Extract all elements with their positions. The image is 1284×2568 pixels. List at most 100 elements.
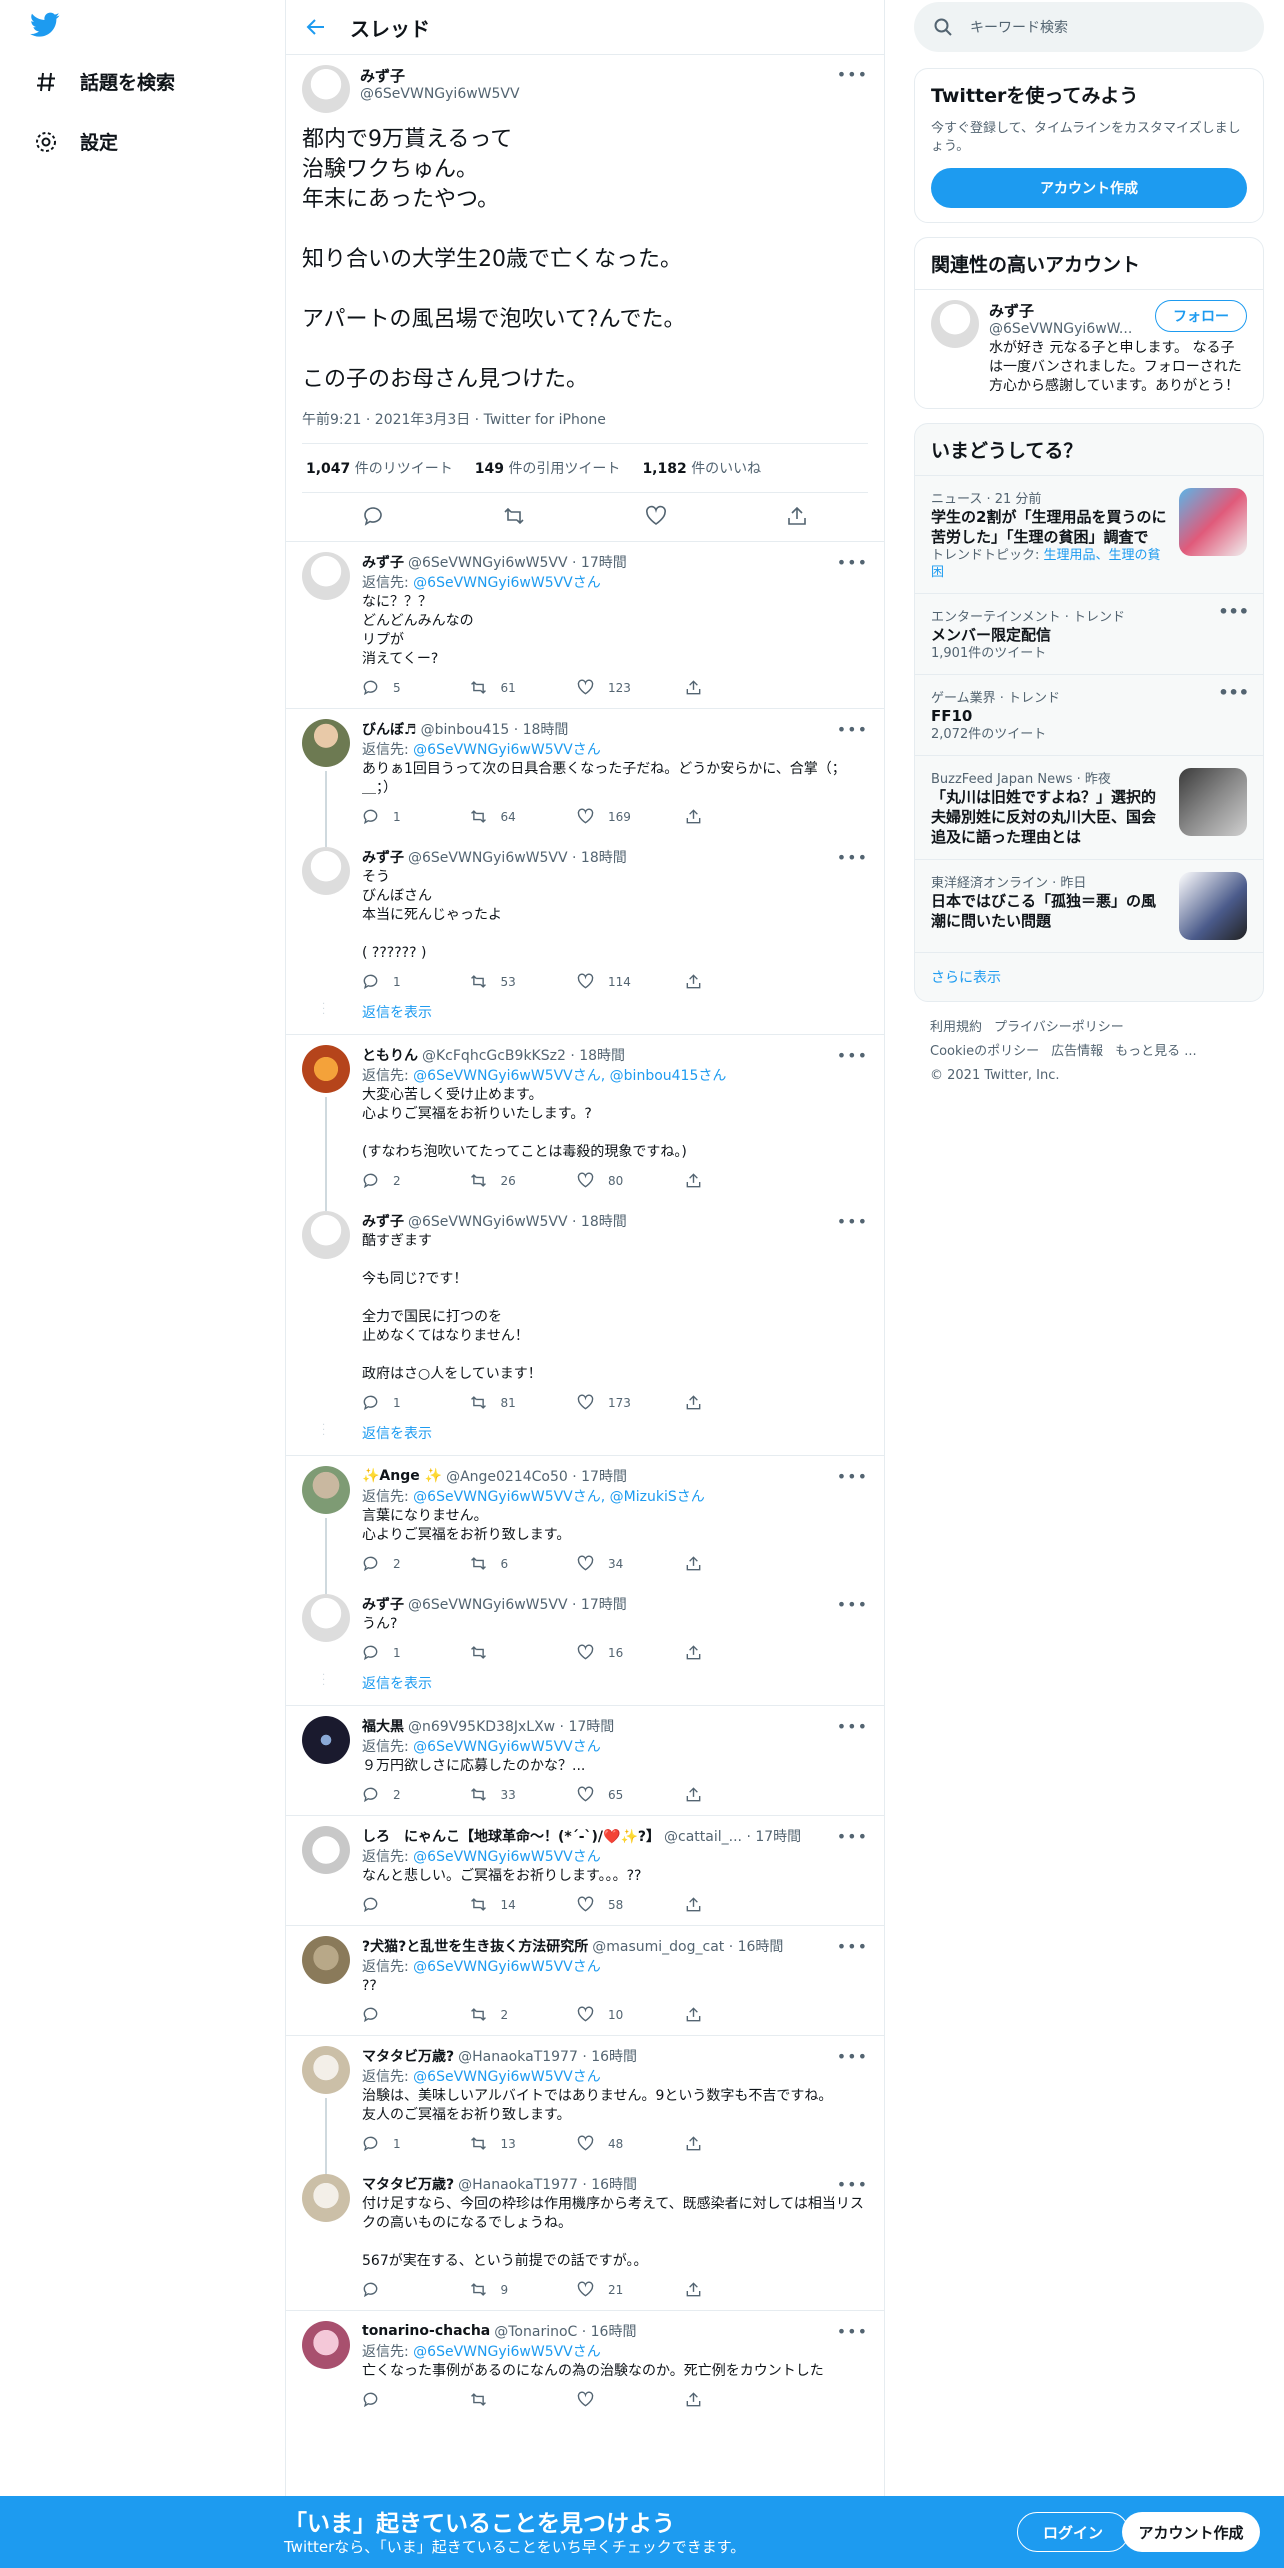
like-button[interactable]: 48: [577, 2135, 685, 2152]
reply-button[interactable]: 1: [362, 808, 470, 825]
reply-to-suffix[interactable]: さん: [573, 1849, 601, 1865]
avatar[interactable]: [302, 2174, 350, 2222]
more-options-icon[interactable]: •••: [829, 2175, 868, 2194]
retweet-button[interactable]: 26: [470, 1172, 578, 1189]
share-button[interactable]: [685, 1555, 793, 1572]
trend-item[interactable]: ゲーム業界 · トレンド FF10 2,072件のツイート •••: [915, 674, 1263, 755]
retweet-button[interactable]: [470, 2391, 578, 2408]
reply-to-suffix[interactable]: さん: [573, 575, 601, 591]
retweet-button[interactable]: 13: [470, 2135, 578, 2152]
reply-author-handle[interactable]: @6SeVWNGyi6wW5VV · 18時間: [408, 847, 627, 867]
reply-to-link[interactable]: @6SeVWNGyi6wW5VV: [413, 1489, 573, 1505]
author-handle[interactable]: @6SeVWNGyi6wW5VV: [360, 86, 837, 102]
reply-tweet[interactable]: ?犬猫?と乱世を生き抜く方法研究所 @masumi_dog_cat · 16時間…: [286, 1926, 884, 2035]
reply-tweet[interactable]: マタタビ万歳? @HanaokaT1977 · 16時間 ••• 返信先: @6…: [286, 2036, 884, 2174]
show-replies-link[interactable]: · · · 返信を表示: [286, 1000, 884, 1034]
avatar[interactable]: [302, 719, 350, 767]
show-replies-link[interactable]: · · · 返信を表示: [286, 1671, 884, 1705]
share-icon[interactable]: [685, 1394, 702, 1411]
more-options-icon[interactable]: •••: [829, 553, 868, 572]
share-icon[interactable]: [685, 1896, 702, 1913]
more-options-icon[interactable]: •••: [829, 1937, 868, 1956]
like-icon[interactable]: [577, 1555, 594, 1572]
reply-author-handle[interactable]: @6SeVWNGyi6wW5VV · 18時間: [408, 1211, 627, 1231]
reply-icon[interactable]: [362, 973, 379, 990]
retweet-icon[interactable]: [470, 679, 487, 696]
reply-to-link[interactable]: @6SeVWNGyi6wW5VV: [413, 1739, 573, 1755]
share-button[interactable]: [685, 2281, 793, 2298]
reply-author-handle[interactable]: @HanaokaT1977 · 16時間: [458, 2046, 637, 2066]
avatar[interactable]: [931, 300, 979, 348]
avatar[interactable]: [302, 1045, 350, 1093]
share-button[interactable]: [685, 2391, 793, 2408]
reply-button[interactable]: [362, 2391, 470, 2408]
retweet-button[interactable]: 6: [470, 1555, 578, 1572]
like-icon[interactable]: [577, 2281, 594, 2298]
reply-button[interactable]: 1: [362, 1394, 470, 1411]
retweet-icon[interactable]: [470, 2135, 487, 2152]
like-button[interactable]: 114: [577, 973, 685, 990]
retweet-icon[interactable]: [470, 973, 487, 990]
reply-author-name[interactable]: 福大黒: [362, 1716, 404, 1736]
reply-author-handle[interactable]: @binbou415 · 18時間: [421, 719, 569, 739]
reply-button[interactable]: 5: [362, 679, 470, 696]
like-button[interactable]: 21: [577, 2281, 685, 2298]
reply-author-name[interactable]: ?犬猫?と乱世を生き抜く方法研究所: [362, 1936, 588, 1956]
reply-author-name[interactable]: ✨Ange ✨: [362, 1468, 442, 1484]
reply-icon[interactable]: [362, 679, 379, 696]
reply-tweet[interactable]: みず子 @6SeVWNGyi6wW5VV · 17時間 ••• 返信先: @6S…: [286, 542, 884, 708]
reply-author-name[interactable]: マタタビ万歳?: [362, 2046, 454, 2066]
like-icon[interactable]: [577, 973, 594, 990]
more-options-icon[interactable]: •••: [829, 1467, 868, 1486]
avatar[interactable]: [302, 2046, 350, 2094]
reply-icon[interactable]: [362, 505, 384, 527]
reply-author-handle[interactable]: @6SeVWNGyi6wW5VV · 17時間: [408, 552, 627, 572]
share-icon[interactable]: [685, 1172, 702, 1189]
reply-icon[interactable]: [362, 1172, 379, 1189]
share-icon[interactable]: [786, 505, 808, 527]
reply-to-suffix[interactable]: さん: [573, 2069, 601, 2085]
retweet-button[interactable]: 53: [470, 973, 578, 990]
like-button[interactable]: 16: [577, 1644, 685, 1661]
quote-count[interactable]: 149 件の引用ツイート: [475, 458, 621, 478]
reply-button[interactable]: 2: [362, 1172, 470, 1189]
reply-author-handle[interactable]: @6SeVWNGyi6wW5VV · 17時間: [408, 1594, 627, 1614]
retweet-icon[interactable]: [470, 1172, 487, 1189]
like-button[interactable]: 169: [577, 808, 685, 825]
avatar[interactable]: [302, 552, 350, 600]
reply-to-suffix[interactable]: さん: [573, 1959, 601, 1975]
reply-to-suffix[interactable]: さん: [573, 2344, 601, 2360]
more-options-icon[interactable]: •••: [829, 1046, 868, 1065]
share-icon[interactable]: [685, 679, 702, 696]
avatar[interactable]: [302, 2321, 350, 2369]
reply-button[interactable]: [362, 2281, 470, 2298]
avatar[interactable]: [302, 1716, 350, 1764]
avatar[interactable]: [302, 1936, 350, 1984]
reply-tweet[interactable]: びんぼ♬ @binbou415 · 18時間 ••• 返信先: @6SeVWNG…: [286, 709, 884, 847]
reply-button[interactable]: 1: [362, 973, 470, 990]
retweet-icon[interactable]: [470, 1786, 487, 1803]
like-icon[interactable]: [577, 1786, 594, 1803]
reply-author-handle[interactable]: @KcFqhcGcB9kKSz2 · 18時間: [422, 1045, 625, 1065]
share-button[interactable]: [685, 1786, 793, 1803]
like-icon[interactable]: [577, 1172, 594, 1189]
like-icon[interactable]: [577, 2006, 594, 2023]
retweet-icon[interactable]: [503, 505, 525, 527]
retweet-button[interactable]: 9: [470, 2281, 578, 2298]
reply-to-link[interactable]: @6SeVWNGyi6wW5VV: [413, 742, 573, 758]
like-icon[interactable]: [577, 1896, 594, 1913]
reply-to-link[interactable]: @6SeVWNGyi6wW5VV: [413, 1068, 573, 1084]
reply-author-handle[interactable]: @masumi_dog_cat · 16時間: [592, 1936, 783, 1956]
reply-author-handle[interactable]: @HanaokaT1977 · 16時間: [458, 2174, 637, 2194]
reply-button[interactable]: 1: [362, 2135, 470, 2152]
footer-cookies[interactable]: Cookieのポリシー: [930, 1044, 1039, 1059]
reply-tweet[interactable]: みず子 @6SeVWNGyi6wW5VV · 17時間 ••• うん? 1 16: [286, 1584, 884, 1673]
share-icon[interactable]: [685, 2135, 702, 2152]
share-button[interactable]: [685, 1644, 793, 1661]
like-button[interactable]: [577, 2391, 685, 2408]
reply-author-handle[interactable]: @TonarinoC · 16時間: [494, 2321, 636, 2341]
like-button[interactable]: 173: [577, 1394, 685, 1411]
more-options-icon[interactable]: •••: [829, 848, 868, 867]
reply-author-name[interactable]: しろ にゃんこ【地球革命～！(*´-`)/❤️✨?】: [362, 1826, 660, 1846]
related-handle[interactable]: @6SeVWNGyi6wW...: [989, 321, 1155, 337]
